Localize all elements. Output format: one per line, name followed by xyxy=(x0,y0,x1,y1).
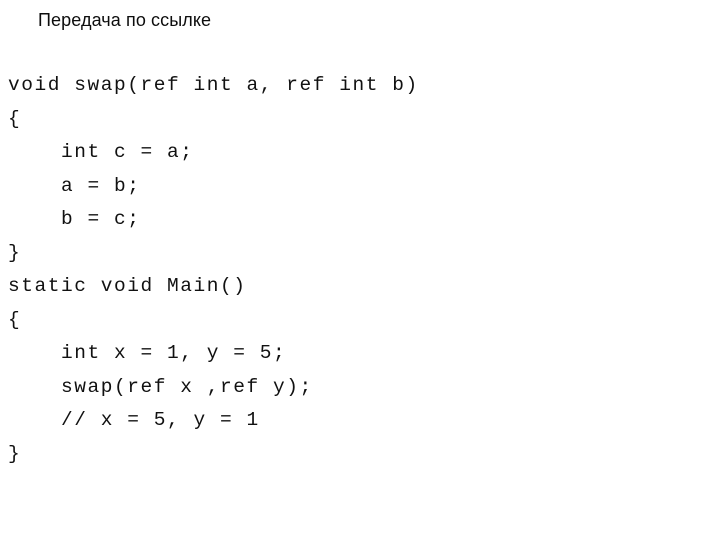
code-line: a = b; xyxy=(8,174,141,197)
code-line: { xyxy=(8,308,22,331)
code-line: } xyxy=(8,442,22,465)
code-block: void swap(ref int a, ref int b) { int c … xyxy=(8,69,708,471)
code-line: void swap(ref int a, ref int b) xyxy=(8,74,419,96)
code-line: // x = 5, y = 1 xyxy=(8,409,260,431)
page-title: Передача по ссылке xyxy=(38,10,212,30)
code-line: int x = 1, y = 5; xyxy=(8,342,287,364)
code-line: swap(ref x ,ref y); xyxy=(8,375,313,398)
code-line: int c = a; xyxy=(8,141,194,163)
code-line: static void Main() xyxy=(8,275,247,297)
code-line: b = c; xyxy=(8,208,141,230)
slide-canvas: Передача по ссылке void swap(ref int a, … xyxy=(0,0,720,540)
code-line: } xyxy=(8,241,22,264)
code-line: { xyxy=(8,107,22,130)
